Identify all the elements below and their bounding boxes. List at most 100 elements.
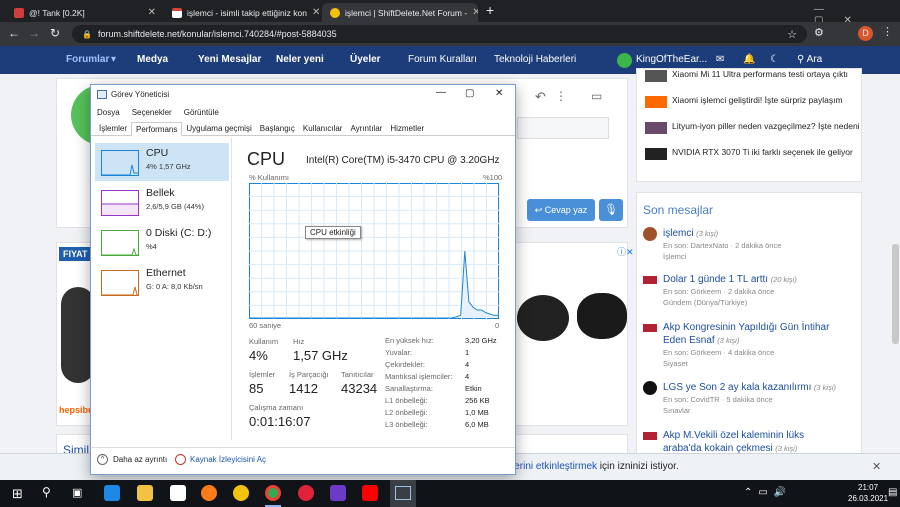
spec-row: L2 önbelleği: 1,0 MB (385, 407, 501, 419)
tab-strip: İşlemler Performans Uygulama geçmişi Baş… (91, 122, 515, 136)
maximize-icon[interactable]: ▢ (465, 88, 474, 99)
news-item[interactable]: Xiaomi Mi 11 Ultra performans testi orta… (645, 69, 863, 95)
menu-goruntule[interactable]: Görüntüle (184, 108, 219, 117)
browser-tab-2[interactable]: işlemci - isimli takip ettiğiniz kon ✕ (164, 3, 320, 22)
url-bar[interactable]: 🔒 forum.shiftdelete.net/konular/islemci.… (72, 25, 807, 43)
tab-islemler[interactable]: İşlemler (95, 122, 131, 135)
tab-baslangic[interactable]: Başlangıç (256, 122, 299, 135)
recent-item-title[interactable]: işlemci (663, 228, 694, 239)
recent-item[interactable]: Akp Kongresinin Yapıldığı Gün İntihar Ed… (643, 321, 859, 381)
file-explorer-icon[interactable] (137, 485, 153, 501)
news-list: Xiaomi Mi 11 Ultra performans testi orta… (645, 69, 863, 173)
back-icon[interactable]: ← (8, 26, 20, 40)
recent-item-forum[interactable]: Sınavlar (663, 405, 836, 416)
yellow-app-icon[interactable] (233, 485, 249, 501)
recent-item[interactable]: işlemci (3 kişi) En son: DartexNato · 2 d… (643, 227, 859, 273)
recent-item-forum[interactable]: İşlemci (663, 251, 781, 262)
nav-forum-kurallari[interactable]: Forum Kuralları (408, 46, 477, 74)
new-tab-button[interactable]: + (486, 2, 494, 18)
forward-icon[interactable]: → (28, 26, 40, 40)
nav-medya[interactable]: Medya (137, 46, 168, 74)
close-icon[interactable]: ✕ (495, 88, 503, 99)
news-item[interactable]: Lityum-iyon piller neden vazgeçilmez? İş… (645, 121, 863, 147)
search-icon[interactable]: ⚲ (42, 485, 51, 499)
mic-off-icon[interactable]: 🎙 (599, 199, 623, 221)
windows-start-icon[interactable]: ⊞ (12, 486, 23, 502)
browser-tab-strip: @! Tank [0.2K] ✕ işlemci - isimli takip … (0, 0, 900, 26)
user-avatar[interactable] (617, 53, 632, 68)
nav-forumlar[interactable]: Forumlar (66, 46, 109, 74)
spec-row: L1 önbelleği: 256 KB (385, 395, 501, 407)
recent-item-meta: En son: CovidTR · 5 dakika önce (663, 395, 773, 404)
opera-icon[interactable] (298, 485, 314, 501)
adchoices-icon[interactable]: ⓘ✕ (617, 245, 634, 258)
tab-uygulama-gecmisi[interactable]: Uygulama geçmişi (182, 122, 255, 135)
page-scrollbar[interactable] (892, 244, 899, 344)
recent-item[interactable]: LGS ye Son 2 ay kala kazanılırmı (3 kişi… (643, 381, 859, 429)
fewer-details-button[interactable]: ^ Daha az ayrıntı (97, 454, 167, 465)
news-item[interactable]: NVIDIA RTX 3070 Ti iki farklı seçenek il… (645, 147, 863, 173)
nav-yeni-mesajlar[interactable]: Yeni Mesajlar (198, 46, 261, 74)
tray-icons[interactable]: ⌃▭🔊 (744, 487, 792, 498)
editor-area[interactable] (517, 117, 609, 139)
reply-button[interactable]: ↩ Cevap yaz (527, 199, 595, 221)
task-view-icon[interactable]: ▣ (72, 486, 82, 499)
spec-value: 3,20 GHz (465, 336, 497, 345)
tab-hizmetler[interactable]: Hizmetler (386, 122, 428, 135)
minimize-icon[interactable]: — (436, 87, 446, 98)
earbud-image[interactable] (577, 293, 627, 339)
recent-item-title[interactable]: LGS ye Son 2 ay kala kazanılırmı (663, 382, 811, 393)
news-item[interactable]: Xiaomi işlemci geliştirdi! İşte sürpriz … (645, 95, 863, 121)
reply-icon: ↩ (534, 205, 543, 215)
tab-kullanicilar[interactable]: Kullanıcılar (299, 122, 347, 135)
recent-item-forum[interactable]: Siyaset (663, 358, 839, 369)
browser-tab-3[interactable]: işlemci | ShiftDelete.Net Forum - ✕ (322, 3, 478, 22)
system-clock[interactable]: 21:07 26.03.2021 (848, 482, 888, 504)
undo-icon[interactable]: ↶ (535, 89, 546, 105)
tab-performans[interactable]: Performans (131, 122, 183, 136)
notification-center-icon[interactable]: ▤ (888, 487, 897, 498)
close-icon[interactable]: ✕ (148, 7, 156, 18)
store-icon[interactable] (170, 485, 186, 501)
spec-row: En yüksek hız: 3,20 GHz (385, 335, 501, 347)
app-icon[interactable] (330, 485, 346, 501)
more-icon[interactable]: ⋮ (555, 89, 567, 103)
shiftdelete-icon (330, 7, 340, 18)
recent-item-forum[interactable]: Gündem (Dünya/Türkiye) (663, 297, 797, 308)
earbud-image[interactable] (517, 295, 569, 341)
extensions-icon[interactable]: ⚙ (814, 26, 824, 39)
close-icon[interactable]: ✕ (312, 7, 320, 18)
edge-icon[interactable] (104, 485, 120, 501)
chevron-down-icon[interactable]: ▾ (111, 46, 116, 74)
avatar[interactable]: D (858, 26, 873, 41)
recent-item[interactable]: Dolar 1 günde 1 TL arttı (20 kişi) En son… (643, 273, 859, 321)
cpu-mini-graph (101, 150, 139, 176)
resource-memory[interactable]: Bellek 2,6/5,9 GB (44%) (95, 183, 229, 221)
recent-item-title[interactable]: Akp Kongresinin Yapıldığı Gün İntihar Ed… (663, 322, 829, 346)
menu-dosya[interactable]: Dosya (97, 108, 120, 117)
nav-neler-yeni[interactable]: Neler yeni (276, 46, 324, 74)
recent-item-title[interactable]: Dolar 1 günde 1 TL arttı (663, 274, 768, 285)
resource-cpu[interactable]: CPU 4% 1,57 GHz (95, 143, 229, 181)
preview-icon[interactable]: ▭ (591, 89, 602, 103)
firefox-icon[interactable] (201, 485, 217, 501)
chrome-icon[interactable] (265, 485, 281, 501)
nav-uyeler[interactable]: Üyeler (350, 46, 381, 74)
close-icon[interactable]: ✕ (872, 460, 881, 473)
reload-icon[interactable]: ↻ (50, 26, 60, 40)
resource-ethernet[interactable]: Ethernet G: 0 A: 8,0 Kb/sn (95, 263, 229, 301)
spec-label: Mantıksal işlemciler: (385, 372, 453, 381)
recent-item-meta: En son: DartexNato · 2 dakika önce (663, 241, 782, 250)
notification-link[interactable]: lerini etkinleştirmek (512, 461, 597, 472)
menu-icon[interactable]: ⋮ (882, 25, 893, 38)
browser-tab-1[interactable]: @! Tank [0.2K] ✕ (6, 3, 164, 22)
nav-teknoloji-haberleri[interactable]: Teknoloji Haberleri (494, 46, 576, 74)
close-icon[interactable]: ✕ (472, 7, 478, 18)
resource-disk[interactable]: 0 Diski (C: D:) %4 (95, 223, 229, 261)
youtube-icon[interactable] (362, 485, 378, 501)
star-icon[interactable]: ☆ (787, 28, 797, 41)
menu-secenekler[interactable]: Seçenekler (132, 108, 172, 117)
tab-ayrintilar[interactable]: Ayrıntılar (346, 122, 386, 135)
resource-monitor-link[interactable]: Kaynak İzleyicisini Aç (175, 454, 266, 465)
task-manager-taskbar-button[interactable] (390, 480, 416, 507)
